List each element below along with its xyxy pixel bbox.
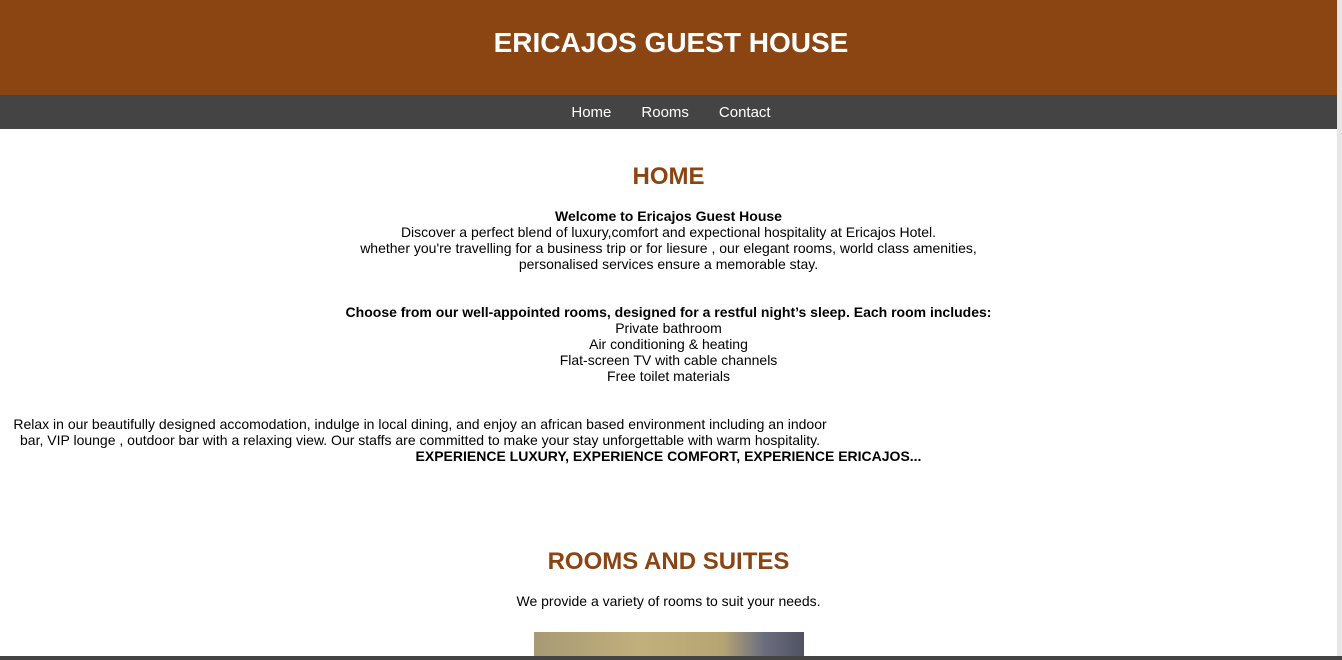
welcome-line: Discover a perfect blend of luxury,comfo…: [400, 224, 937, 240]
rooms-section-title: ROOMS AND SUITES: [547, 548, 790, 575]
rooms-subtitle-block: We provide a variety of rooms to suit yo…: [0, 593, 1337, 609]
amenity-item: Air conditioning & heating: [589, 336, 748, 352]
amenities-block: Choose from our well-appointed rooms, de…: [0, 304, 1337, 384]
nav-contact-link[interactable]: Contact: [719, 104, 771, 121]
room-image: [534, 632, 804, 656]
amenity-item: Flat-screen TV with cable channels: [559, 352, 778, 368]
welcome-block: Welcome to Ericajos Guest House Discover…: [0, 208, 1337, 272]
relax-text: Relax in our beautifully designed accomo…: [13, 416, 827, 448]
welcome-heading: Welcome to Ericajos Guest House: [555, 208, 782, 224]
amenity-item: Free toilet materials: [607, 368, 730, 384]
relax-block: Relax in our beautifully designed accomo…: [0, 416, 1337, 464]
main-content: HOME Welcome to Ericajos Guest House Dis…: [0, 129, 1337, 656]
nav-home-link[interactable]: Home: [571, 104, 611, 121]
home-section-title: HOME: [632, 163, 705, 190]
welcome-line: whether you're travelling for a business…: [360, 240, 977, 256]
rooms-intro: Choose from our well-appointed rooms, de…: [345, 304, 992, 320]
welcome-line: personalised services ensure a memorable…: [518, 256, 819, 272]
window-bottom-border: [0, 656, 1342, 660]
amenity-item: Private bathroom: [615, 320, 722, 336]
tagline: EXPERIENCE LUXURY, EXPERIENCE COMFORT, E…: [415, 448, 922, 464]
rooms-subtitle: We provide a variety of rooms to suit yo…: [516, 593, 821, 609]
site-title: ERICAJOS GUEST HOUSE: [493, 26, 849, 58]
nav-rooms-link[interactable]: Rooms: [641, 104, 689, 121]
main-nav: Home Rooms Contact: [0, 95, 1342, 129]
page-scrollbar[interactable]: [1337, 0, 1342, 660]
site-header: ERICAJOS GUEST HOUSE: [0, 0, 1342, 95]
